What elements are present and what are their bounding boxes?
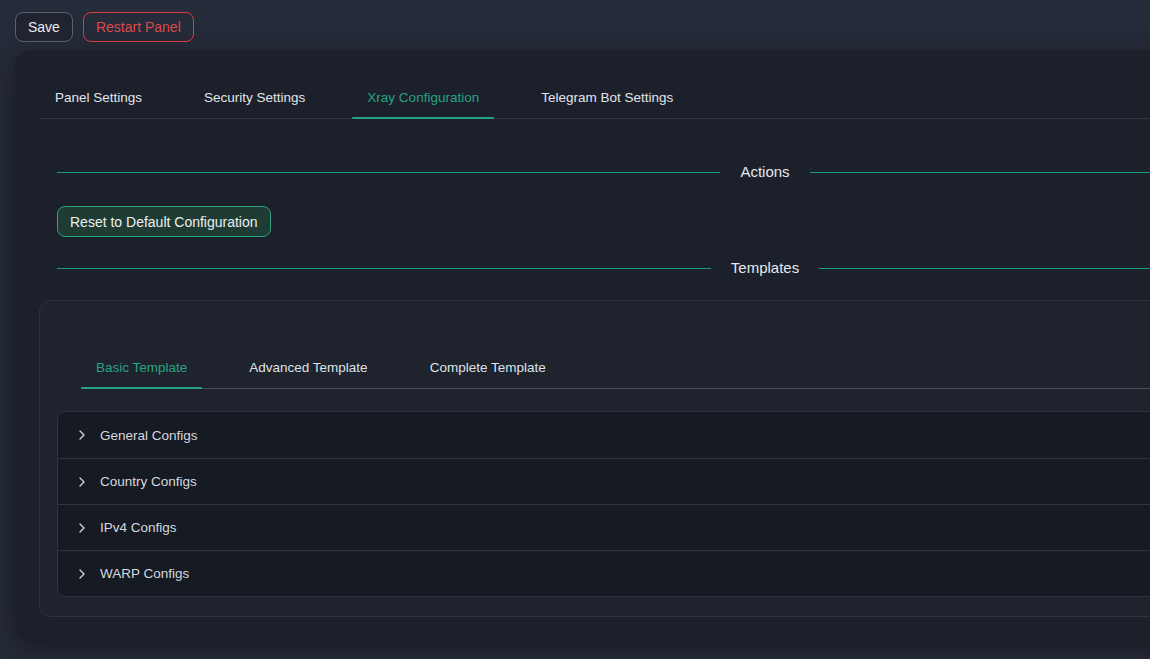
- templates-card: Basic Template Advanced Template Complet…: [39, 300, 1150, 617]
- collapse-item-label: IPv4 Configs: [100, 520, 177, 535]
- divider-line: [57, 268, 711, 269]
- actions-divider-title: Actions: [720, 161, 809, 183]
- main-tabs: Panel Settings Security Settings Xray Co…: [40, 50, 1150, 119]
- divider-line: [810, 172, 1150, 173]
- chevron-right-icon: [77, 522, 87, 534]
- collapse-general-configs[interactable]: General Configs: [58, 412, 1150, 458]
- collapse-item-label: Country Configs: [100, 474, 197, 489]
- chevron-right-icon: [77, 476, 87, 488]
- tab-panel-settings[interactable]: Panel Settings: [40, 88, 157, 118]
- restart-panel-button[interactable]: Restart Panel: [83, 12, 194, 42]
- settings-card: Panel Settings Security Settings Xray Co…: [15, 50, 1150, 641]
- tab-advanced-template[interactable]: Advanced Template: [234, 358, 382, 388]
- tab-telegram-bot-settings[interactable]: Telegram Bot Settings: [526, 88, 688, 118]
- tab-security-settings[interactable]: Security Settings: [189, 88, 320, 118]
- save-button[interactable]: Save: [15, 12, 73, 42]
- tab-content: Actions Reset to Default Configuration T…: [15, 161, 1150, 617]
- collapse-warp-configs[interactable]: WARP Configs: [58, 550, 1150, 596]
- configs-collapse: General Configs Country Configs IPv4 Con…: [57, 411, 1150, 597]
- templates-divider-title: Templates: [711, 257, 819, 279]
- divider-line: [819, 268, 1150, 269]
- actions-divider: Actions: [57, 161, 1150, 183]
- chevron-right-icon: [77, 568, 87, 580]
- templates-divider: Templates: [57, 257, 1150, 279]
- collapse-ipv4-configs[interactable]: IPv4 Configs: [58, 504, 1150, 550]
- tab-xray-configuration[interactable]: Xray Configuration: [352, 88, 494, 118]
- tab-complete-template[interactable]: Complete Template: [415, 358, 561, 388]
- collapse-country-configs[interactable]: Country Configs: [58, 458, 1150, 504]
- chevron-right-icon: [77, 429, 87, 441]
- reset-default-configuration-button[interactable]: Reset to Default Configuration: [57, 206, 271, 237]
- toolbar: Save Restart Panel: [15, 12, 194, 42]
- tab-basic-template[interactable]: Basic Template: [81, 358, 202, 388]
- collapse-item-label: WARP Configs: [100, 566, 189, 581]
- collapse-item-label: General Configs: [100, 428, 198, 443]
- template-tabs: Basic Template Advanced Template Complet…: [81, 301, 1150, 389]
- divider-line: [57, 172, 720, 173]
